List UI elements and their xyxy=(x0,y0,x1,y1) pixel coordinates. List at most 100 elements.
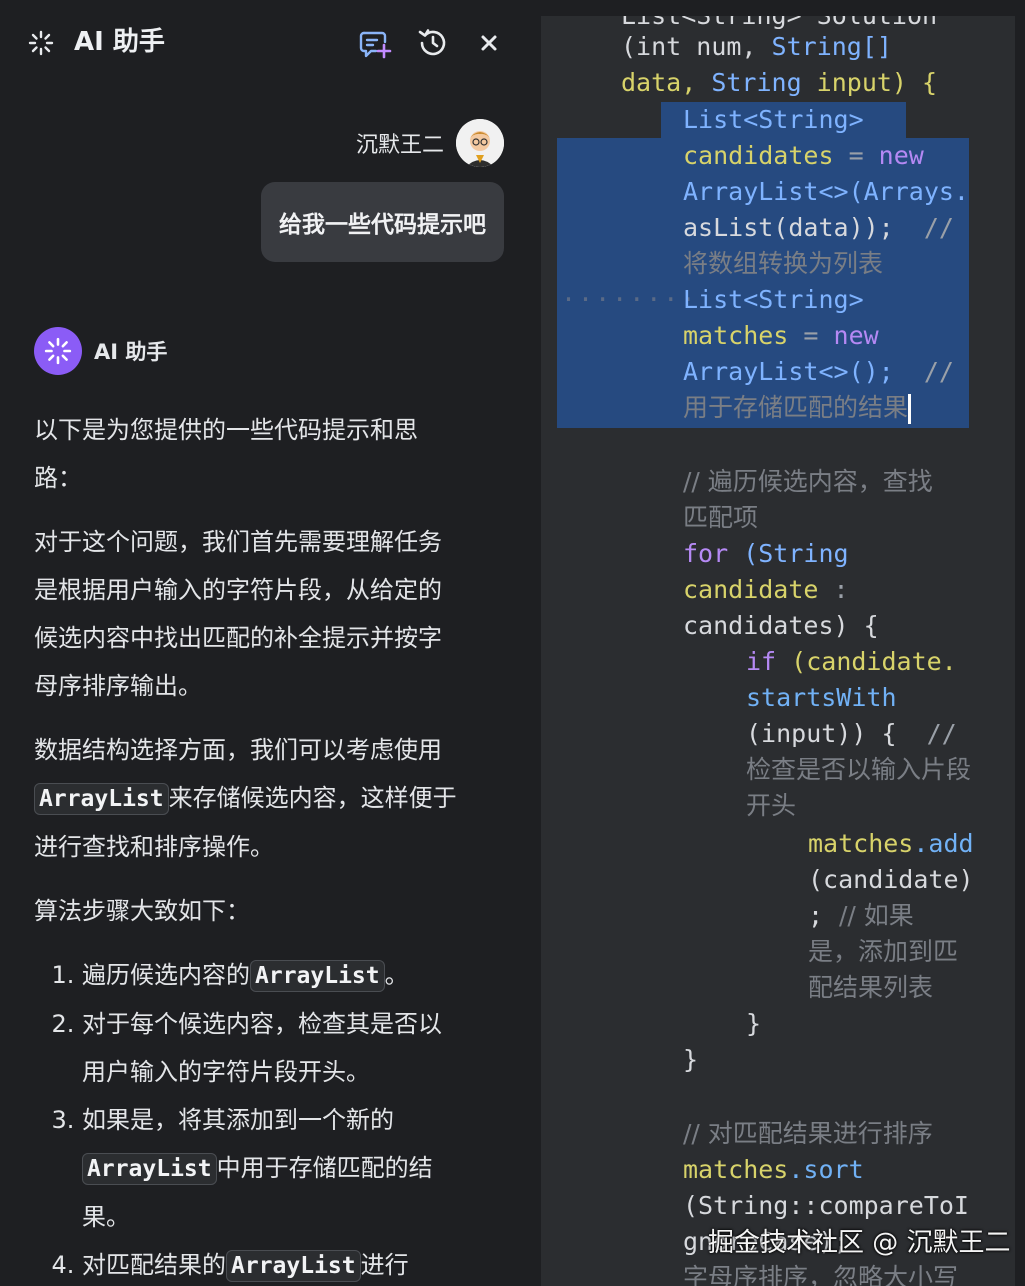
inline-code: ArrayList xyxy=(226,1250,361,1282)
sparkle-icon xyxy=(28,30,54,56)
user-name: 沉默王二 xyxy=(355,133,444,158)
code-line: } xyxy=(746,1009,762,1038)
code-line: candidate : xyxy=(683,572,849,608)
code-token: (candidate. xyxy=(776,647,957,676)
code-comment: 开头 xyxy=(746,791,797,820)
code-line: List<String> xyxy=(683,105,864,134)
code-comment: 字母序排序，忽略大小写 xyxy=(683,1263,959,1286)
close-button[interactable] xyxy=(472,26,506,60)
history-icon xyxy=(418,29,446,56)
code-token: if xyxy=(746,647,777,676)
step-item: 对于每个候选内容，检查其是否以用户输入的字符片段开头。 xyxy=(82,1000,464,1096)
step-text: 对匹配结果的 xyxy=(82,1251,226,1279)
code-line: if (candidate. xyxy=(746,644,957,680)
code-comment: 是，添加到匹 xyxy=(808,937,959,966)
new-chat-icon xyxy=(359,31,392,59)
ai-assistant-panel: AI 助手 沉默王二 给我一些代码提示吧 AI 助手 以下是为您提供的一些代码提… xyxy=(0,0,530,1286)
code-comment: // 对匹配结果进行排序 xyxy=(683,1119,933,1148)
code-line: (input)) { // xyxy=(746,716,957,752)
step-text: 遍历候选内容的 xyxy=(82,961,250,989)
code-comment: 匹配项 xyxy=(683,503,759,532)
step-item: 对匹配结果的ArrayList进行 xyxy=(82,1241,464,1286)
code-token: new xyxy=(833,321,879,350)
code-line: matches = new xyxy=(683,318,879,354)
code-token: ; xyxy=(808,901,824,930)
code-editor[interactable]: List<String> Solution (int num, String[]… xyxy=(541,16,1015,1286)
assistant-message-header: AI 助手 xyxy=(34,326,167,376)
sparkle-icon xyxy=(44,337,72,365)
code-token: = xyxy=(788,321,834,350)
avatar-icon xyxy=(456,119,504,167)
code-line: matches.add xyxy=(808,826,974,862)
code-token: (String xyxy=(728,539,849,568)
answer-text: 数据结构选择方面，我们可以考虑使用 xyxy=(34,736,442,764)
code-token: data, xyxy=(621,68,697,97)
code-line: matches.sort xyxy=(683,1152,864,1188)
algorithm-steps: 遍历候选内容的ArrayList。 对于每个候选内容，检查其是否以用户输入的字符… xyxy=(34,951,464,1286)
watermark: 掘金技术社区 @ 沉默王二 xyxy=(708,1228,1011,1258)
code-comment: // 遍历候选内容，查找 xyxy=(683,467,933,496)
code-token: (int xyxy=(621,32,682,61)
whitespace-dots: ········ xyxy=(561,285,698,314)
step-text: 对于每个候选内容，检查其是否以用户输入的字符片段开头。 xyxy=(82,1010,442,1086)
panel-title: AI 助手 xyxy=(74,27,165,57)
answer-paragraph: 数据结构选择方面，我们可以考虑使用ArrayList 来存储候选内容，这样便于进行… xyxy=(34,726,464,871)
code-line: } xyxy=(683,1045,699,1074)
user-message-header: 沉默王二 xyxy=(356,118,504,168)
new-chat-button[interactable] xyxy=(358,26,392,60)
text-caret xyxy=(908,394,912,424)
code-line: (int num, String[] xyxy=(621,29,892,65)
code-token: String[] xyxy=(756,32,892,61)
code-line: startsWith xyxy=(746,683,897,712)
history-button[interactable] xyxy=(416,26,450,60)
user-avatar xyxy=(456,119,504,167)
code-line: ArrayList<>(Arrays. xyxy=(683,177,969,206)
code-token: // xyxy=(896,719,957,748)
code-line: (String::compareToI xyxy=(683,1191,969,1220)
code-token: matches xyxy=(683,321,789,350)
code-comment: 将数组转换为列表 xyxy=(683,249,884,278)
code-token: input) { xyxy=(801,68,938,97)
step-item: 遍历候选内容的ArrayList。 xyxy=(82,951,464,1000)
assistant-avatar xyxy=(34,327,82,375)
inline-code: ArrayList xyxy=(82,1153,217,1185)
code-token: = xyxy=(833,141,879,170)
code-line: List<String> xyxy=(683,285,864,314)
code-comment: 用于存储匹配的结果 xyxy=(683,393,909,422)
code-line: (candidate) xyxy=(808,865,974,894)
code-token: new xyxy=(878,141,924,170)
code-line: candidates = new xyxy=(683,138,924,174)
code-comment: 检查是否以输入片段 xyxy=(746,755,972,784)
code-token: asList(data)); xyxy=(683,213,894,242)
code-token: // xyxy=(893,213,954,242)
user-message-bubble: 给我一些代码提示吧 xyxy=(261,182,504,262)
code-line: ArrayList<>(); // xyxy=(683,354,954,390)
code-token: candidate xyxy=(683,575,819,604)
step-item: 如果是，将其添加到一个新的ArrayList中用于存储匹配的结果。 xyxy=(82,1096,464,1241)
code-token: (input)) { xyxy=(746,719,897,748)
answer-paragraph: 对于这个问题，我们首先需要理解任务是根据用户输入的字符片段，从给定的候选内容中找… xyxy=(34,528,442,700)
inline-code: ArrayList xyxy=(250,960,385,992)
assistant-name: AI 助手 xyxy=(94,340,168,364)
code-token: for xyxy=(683,539,729,568)
code-token: .add xyxy=(913,829,974,858)
assistant-answer: 以下是为您提供的一些代码提示和思路： 对于这个问题，我们首先需要理解任务是根据用… xyxy=(34,406,464,1286)
code-token: matches xyxy=(808,829,914,858)
inline-code: ArrayList xyxy=(34,783,169,815)
code-token: ArrayList<>(); xyxy=(683,357,894,386)
code-line: candidates) { xyxy=(683,611,879,640)
code-comment: // 如果 xyxy=(823,901,914,930)
code-token: // xyxy=(893,357,954,386)
step-text: 如果是，将其添加到一个新的 xyxy=(82,1106,394,1134)
code-token: .sort xyxy=(788,1155,864,1184)
code-line: ; // 如果 xyxy=(808,898,914,934)
code-token: candidates xyxy=(683,141,834,170)
code-token: matches xyxy=(683,1155,789,1184)
code-line: 用于存储匹配的结果 xyxy=(683,390,912,426)
code-line: asList(data)); // xyxy=(683,210,954,246)
code-line: data, String input) { xyxy=(621,65,937,101)
code-line: for (String xyxy=(683,536,849,572)
code-token: num, xyxy=(681,32,757,61)
step-text: 进行 xyxy=(360,1251,409,1279)
code-comment: 配结果列表 xyxy=(808,973,934,1002)
